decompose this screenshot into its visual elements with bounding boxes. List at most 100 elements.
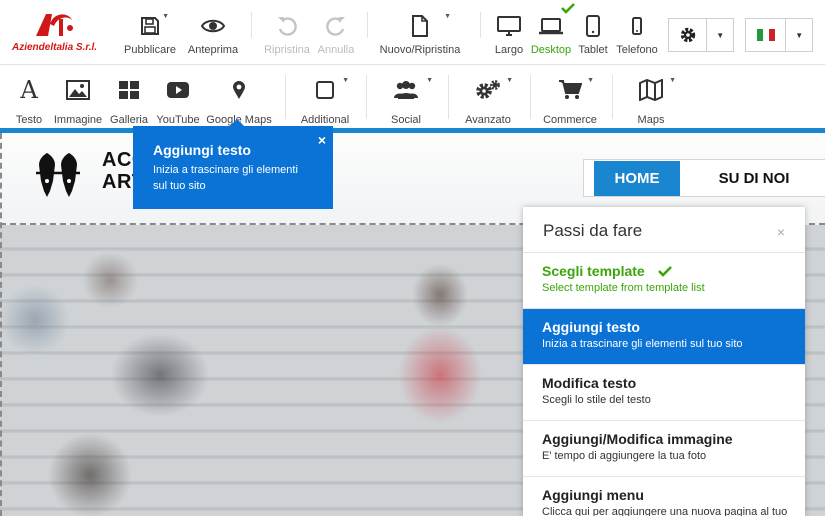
new-restore-button[interactable]: ▼ Nuovo/Ripristina — [379, 0, 461, 65]
language-button[interactable] — [746, 19, 785, 51]
element-additional-label: Additional — [300, 114, 350, 126]
brand-name: Aziendeltalia S.r.l. — [12, 42, 98, 53]
caret-down-icon: ▼ — [426, 77, 433, 84]
step-description: Inizia a trascinare gli elementi sul tuo… — [542, 338, 743, 350]
redo-icon — [326, 17, 345, 36]
settings-button[interactable] — [669, 19, 706, 51]
element-youtube-label: YouTube — [156, 114, 200, 126]
italy-flag-icon — [756, 29, 775, 41]
element-social-label: Social — [391, 114, 421, 126]
caret-down-icon[interactable]: ▼ — [707, 19, 733, 51]
check-icon — [561, 3, 575, 14]
gear-icon — [680, 27, 695, 43]
phone-icon — [632, 17, 642, 35]
save-icon — [141, 17, 159, 35]
preview-label: Anteprima — [187, 44, 239, 56]
device-desktop-label: Desktop — [530, 44, 572, 56]
step-title: Aggiungi testo — [542, 319, 640, 335]
element-image-button[interactable]: Immagine — [52, 65, 104, 128]
divider — [251, 12, 252, 38]
step-description: Select template from template list — [542, 282, 705, 294]
divider — [448, 75, 449, 119]
element-advanced-button[interactable]: ▼ Avanzato — [462, 65, 514, 128]
brand-logo-mark — [36, 14, 73, 36]
new-restore-label: Nuovo/Ripristina — [379, 44, 461, 56]
element-youtube-button[interactable]: YouTube — [154, 65, 202, 128]
step-title: Aggiungi menu — [542, 487, 644, 503]
device-phone-button[interactable]: Telefono — [615, 0, 659, 65]
caret-down-icon: ▼ — [342, 77, 349, 84]
map-icon — [639, 79, 663, 101]
site-nav-menu[interactable]: HOME SU DI NOI — [583, 159, 825, 197]
device-large-label: Largo — [494, 44, 524, 56]
site-logo-icon[interactable] — [33, 151, 85, 199]
element-text-button[interactable]: A Testo — [10, 65, 48, 128]
gears-icon — [476, 80, 500, 99]
divider — [530, 75, 531, 119]
nav-item-home[interactable]: HOME — [594, 161, 680, 196]
undo-button[interactable]: Annulla — [315, 0, 357, 65]
step-edit-text[interactable]: Modifica testo Scegli lo stile del testo — [523, 365, 805, 421]
steps-panel-header: Passi da fare × — [523, 207, 805, 253]
tooltip-description: Inizia a trascinare gli elementi sul tuo… — [153, 164, 298, 192]
divider — [367, 12, 368, 38]
caret-down-icon: ▼ — [587, 77, 594, 84]
top-toolbar: Aziendeltalia S.r.l. ▼ Pubblicare Antepr… — [0, 0, 825, 65]
step-add-menu[interactable]: Aggiungi menu Clicca qui per aggiungere … — [523, 477, 805, 516]
element-image-label: Immagine — [53, 114, 103, 126]
divider — [285, 75, 286, 119]
people-icon — [394, 81, 418, 99]
youtube-icon — [167, 82, 189, 98]
step-title-text: Scegli template — [542, 263, 645, 279]
settings-dropdown[interactable]: ▼ — [668, 18, 734, 52]
tooltip-title: Aggiungi testo — [153, 142, 251, 158]
step-description: E' tempo di aggiungere la tua foto — [542, 450, 707, 462]
onboarding-tooltip: Aggiungi testo Inizia a trascinare gli e… — [133, 126, 333, 209]
step-description: Scegli lo stile del testo — [542, 394, 651, 406]
steps-panel-close-icon[interactable]: × — [777, 224, 785, 240]
device-desktop-button[interactable]: Desktop — [530, 0, 575, 65]
element-maps-button[interactable]: ▼ Maps — [632, 65, 676, 128]
language-dropdown[interactable]: ▼ — [745, 18, 813, 52]
step-title: Scegli template — [542, 263, 805, 279]
restore-label: Ripristina — [264, 44, 310, 56]
step-choose-template[interactable]: Scegli template Select template from tem… — [523, 253, 805, 309]
square-icon — [316, 81, 334, 99]
element-social-button[interactable]: ▼ Social — [386, 65, 433, 128]
element-gallery-label: Galleria — [110, 114, 148, 126]
cart-icon — [559, 80, 582, 99]
step-title: Aggiungi/Modifica immagine — [542, 431, 733, 447]
nav-item-about[interactable]: SU DI NOI — [704, 161, 804, 196]
publish-label: Pubblicare — [124, 44, 176, 56]
element-commerce-button[interactable]: ▼ Commerce — [542, 65, 598, 128]
document-icon — [412, 15, 428, 37]
tooltip-close-icon[interactable]: × — [318, 132, 326, 148]
element-advanced-label: Avanzato — [465, 114, 511, 126]
element-gallery-button[interactable]: Galleria — [108, 65, 150, 128]
caret-down-icon: ▼ — [444, 13, 451, 20]
device-tablet-button[interactable]: Tablet — [577, 0, 609, 65]
map-pin-icon — [233, 81, 245, 99]
caret-down-icon: ▼ — [669, 77, 676, 84]
divider — [480, 12, 481, 38]
step-edit-image[interactable]: Aggiungi/Modifica immagine E' tempo di a… — [523, 421, 805, 477]
preview-button[interactable]: Anteprima — [186, 0, 240, 65]
device-phone-label: Telefono — [616, 44, 658, 56]
step-add-text[interactable]: Aggiungi testo Inizia a trascinare gli e… — [523, 309, 805, 365]
brand-logo[interactable]: Aziendeltalia S.r.l. — [12, 10, 108, 56]
publish-button[interactable]: ▼ Pubblicare — [122, 0, 178, 65]
device-large-button[interactable]: Largo — [492, 0, 526, 65]
monitor-icon — [497, 16, 521, 36]
laptop-icon — [539, 18, 563, 35]
caret-down-icon[interactable]: ▼ — [786, 19, 812, 51]
element-commerce-label: Commerce — [543, 114, 597, 126]
element-additional-button[interactable]: ▼ Additional — [298, 65, 352, 128]
element-text-label: Testo — [15, 114, 43, 126]
device-tablet-label: Tablet — [578, 44, 608, 56]
section-outline — [0, 133, 2, 516]
caret-down-icon: ▼ — [162, 13, 169, 20]
steps-panel-title: Passi da fare — [543, 221, 643, 240]
check-icon — [657, 266, 672, 277]
restore-button[interactable]: Ripristina — [263, 0, 311, 65]
gallery-icon — [119, 81, 139, 99]
